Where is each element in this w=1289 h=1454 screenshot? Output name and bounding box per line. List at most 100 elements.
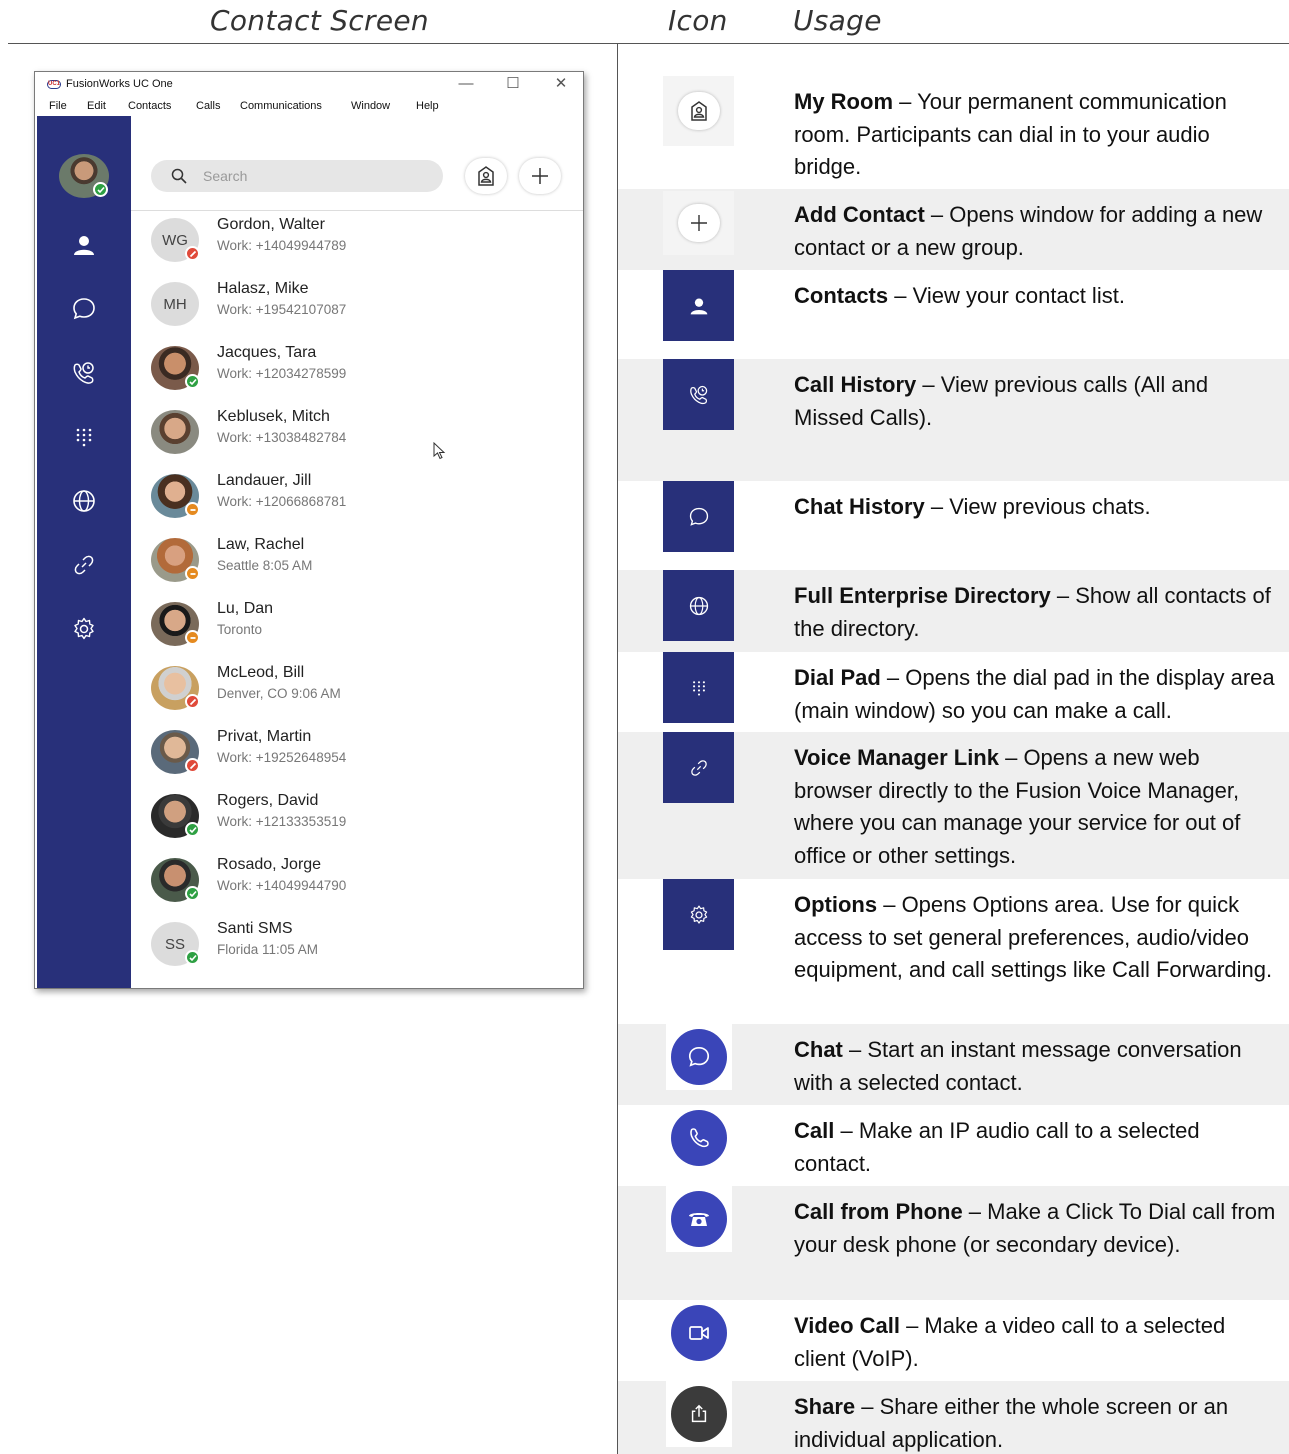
column-header-usage: Usage [793,4,882,37]
contact-row[interactable]: Lu, Dan Toronto [131,596,583,660]
contact-detail: Work: +13038482784 [217,430,347,445]
gear-icon[interactable] [69,614,99,644]
contact-name: Jacques, Tara [217,344,317,361]
usage-row: Chat History – View previous chats. [618,481,1289,570]
contact-row[interactable]: McLeod, Bill Denver, CO 9:06 AM [131,660,583,724]
my-room-button[interactable] [465,158,507,194]
search-bar[interactable]: Search [151,160,443,192]
contact-name: Privat, Martin [217,728,312,745]
usage-title: Voice Manager Link [794,745,999,770]
cursor-icon [433,442,446,460]
usage-row: Options – Opens Options area. Use for qu… [618,879,1289,1024]
contact-detail: Work: +19252648954 [217,750,347,765]
menu-file[interactable]: File [49,100,67,112]
contacts-panel: Search WG Gordon, Walter Work: +1404994478… [131,116,583,988]
menu-contacts[interactable]: Contacts [128,100,171,112]
contact-detail: Work: +19542107087 [217,302,347,317]
column-header-contact-screen: Contact Screen [210,4,429,37]
contact-row[interactable]: Rosado, Jorge Work: +14049944790 [131,852,583,916]
presence-away-icon [185,502,200,517]
my-room-icon [663,76,734,146]
gear-icon [663,879,734,950]
usage-description: Full Enterprise Directory – Show all con… [794,580,1278,645]
call-history-icon [663,359,734,430]
maximize-icon[interactable]: ☐ [498,75,528,95]
usage-title: Dial Pad [794,665,881,690]
usage-title: Contacts [794,283,889,308]
contact-detail: Work: +12133353519 [217,814,347,829]
contact-row[interactable]: Keblusek, Mitch Work: +13038482784 [131,404,583,468]
window-title: FusionWorks UC One [66,78,173,90]
contact-row[interactable]: MH Halasz, Mike Work: +19542107087 [131,276,583,340]
menu-edit[interactable]: Edit [87,100,106,112]
usage-description: Add Contact – Opens window for adding a … [794,199,1278,264]
share-icon [666,1381,732,1447]
usage-description: Voice Manager Link – Opens a new web bro… [794,742,1278,872]
menu-help[interactable]: Help [416,100,439,112]
usage-title: Add Contact [794,202,925,227]
contacts-icon[interactable] [69,230,99,260]
usage-row: Call – Make an IP audio call to a select… [618,1105,1289,1186]
contact-name: Gordon, Walter [217,216,325,233]
contact-detail: Work: +12034278599 [217,366,347,381]
contact-detail: Work: +14049944790 [217,878,347,893]
phone-icon [666,1105,732,1171]
plus-icon [532,168,548,184]
usage-row: My Room – Your permanent communication r… [618,76,1289,189]
minimize-icon[interactable]: — [451,75,481,95]
presence-away-icon [185,566,200,581]
contact-detail: Florida 11:05 AM [217,942,319,957]
menu-calls[interactable]: Calls [196,100,220,112]
sidebar [37,116,131,988]
menu-window[interactable]: Window [351,100,390,112]
contact-row[interactable]: SS Santi SMS Florida 11:05 AM [131,916,583,980]
usage-description: Call from Phone – Make a Click To Dial c… [794,1196,1278,1261]
usage-description: Video Call – Make a video call to a sele… [794,1310,1278,1375]
usage-description: My Room – Your permanent communication r… [794,86,1278,184]
usage-title: Chat History [794,494,925,519]
usage-title: Chat [794,1037,843,1062]
contact-avatar [151,410,199,454]
presence-ok-icon [185,950,200,965]
contact-row[interactable]: Rogers, David Work: +12133353519 [131,788,583,852]
menu-communications[interactable]: Communications [240,100,322,112]
chat-history-icon[interactable] [69,294,99,324]
desk-phone-icon [666,1186,732,1252]
contact-row[interactable]: Privat, Martin Work: +19252648954 [131,724,583,788]
usage-description: Call – Make an IP audio call to a select… [794,1115,1278,1180]
contact-name: McLeod, Bill [217,664,305,681]
usage-description: Dial Pad – Opens the dial pad in the dis… [794,662,1278,727]
call-history-icon[interactable] [69,358,99,388]
contact-row[interactable]: Jacques, Tara Work: +12034278599 [131,340,583,404]
search-input[interactable]: Search [203,168,247,184]
link-icon[interactable] [69,550,99,580]
usage-text: – Start an instant message conversation … [794,1037,1242,1095]
contacts-icon [663,270,734,341]
presence-ok-icon [185,886,200,901]
globe-icon [663,570,734,641]
chat-history-icon [663,481,734,552]
contact-name: Lu, Dan [217,600,274,617]
my-room-icon [478,166,494,186]
contact-name: Keblusek, Mitch [217,408,330,425]
usage-text: – Make an IP audio call to a selected co… [794,1118,1200,1176]
video-icon [666,1300,732,1366]
close-icon[interactable]: ✕ [546,75,576,95]
usage-row: Video Call – Make a video call to a sele… [618,1300,1289,1381]
contact-row[interactable]: WG Gordon, Walter Work: +14049944789 [131,212,583,276]
globe-icon[interactable] [69,486,99,516]
usage-row: Full Enterprise Directory – Show all con… [618,570,1289,652]
my-status-badge [93,182,108,197]
contact-row[interactable]: Landauer, Jill Work: +12066868781 [131,468,583,532]
usage-description: Contacts – View your contact list. [794,280,1278,313]
add-contact-button[interactable] [519,158,561,194]
dial-pad-icon[interactable] [69,422,99,452]
search-icon [171,168,187,184]
usage-title: Options [794,892,878,917]
usage-text: – View your contact list. [888,283,1125,308]
contact-name: Rogers, David [217,792,319,809]
contact-detail: Toronto [217,622,263,637]
usage-description: Options – Opens Options area. Use for qu… [794,889,1278,987]
dial-pad-icon [663,652,734,723]
contact-row[interactable]: Law, Rachel Seattle 8:05 AM [131,532,583,596]
